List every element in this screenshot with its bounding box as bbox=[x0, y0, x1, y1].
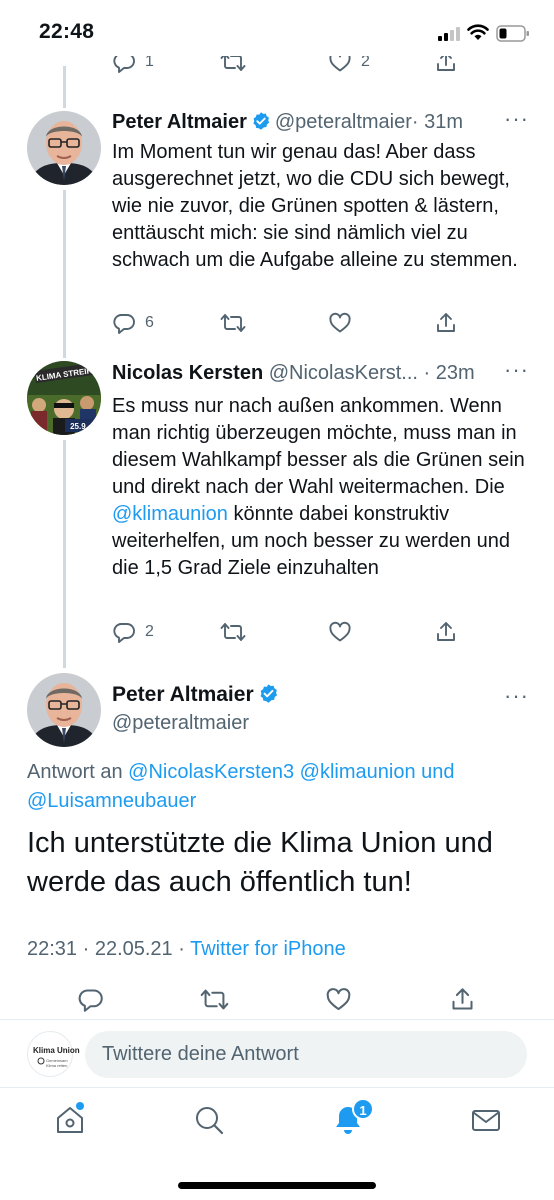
tweet-actions: 2 bbox=[112, 620, 532, 648]
main-author-name[interactable]: Peter Altmaier bbox=[112, 683, 283, 710]
share-button[interactable] bbox=[434, 56, 458, 74]
tweet-source-link[interactable]: Twitter for iPhone bbox=[190, 938, 346, 960]
battery-icon bbox=[496, 25, 530, 42]
wifi-icon bbox=[467, 23, 489, 41]
tweet-text: Im Moment tun wir genau das! Aber dass a… bbox=[112, 141, 518, 271]
share-button[interactable] bbox=[434, 620, 458, 644]
divider bbox=[0, 1019, 554, 1020]
tweet-text: Es muss nur nach außen ankommen. Wenn ma… bbox=[112, 395, 525, 579]
like-button[interactable] bbox=[325, 986, 352, 1013]
retweet-button[interactable] bbox=[220, 311, 246, 335]
tweet-header: Peter Altmaier @peteraltmaier· 31m bbox=[112, 111, 463, 137]
reply-button[interactable]: 1 bbox=[112, 56, 154, 74]
avatar-peter-altmaier[interactable] bbox=[27, 673, 101, 747]
avatar-nicolas-kersten[interactable]: KLIMA STREIK 25.9. bbox=[27, 361, 101, 435]
status-time: 22:48 bbox=[39, 20, 95, 43]
tweet-actions-partial: 1 2 bbox=[112, 56, 532, 80]
tweet-time: · 23m bbox=[423, 362, 475, 384]
more-options-icon[interactable]: ··· bbox=[504, 683, 529, 709]
tweet-header: Nicolas Kersten @NicolasKerst... · 23m bbox=[112, 362, 475, 385]
home-indicator bbox=[178, 1182, 376, 1189]
like-button[interactable] bbox=[328, 311, 352, 335]
reply-button[interactable]: 2 bbox=[112, 620, 154, 644]
mention-link[interactable]: @klimaunion bbox=[112, 503, 228, 525]
like-button[interactable]: 2 bbox=[328, 56, 370, 74]
retweet-button[interactable] bbox=[220, 620, 246, 644]
more-options-icon[interactable]: ··· bbox=[504, 357, 529, 383]
author-handle[interactable]: @peteraltmaier bbox=[275, 111, 412, 133]
tab-search[interactable] bbox=[193, 1104, 225, 1136]
divider bbox=[0, 1087, 554, 1088]
retweet-button[interactable] bbox=[200, 986, 229, 1013]
avatar-peter-altmaier[interactable] bbox=[27, 111, 101, 185]
retweet-button[interactable] bbox=[220, 56, 246, 74]
notifications-badge: 1 bbox=[352, 1098, 374, 1120]
tab-home[interactable] bbox=[54, 1102, 86, 1136]
verified-badge-icon bbox=[258, 683, 279, 710]
tweet-time: · 31m bbox=[411, 111, 464, 133]
more-options-icon[interactable]: ··· bbox=[504, 106, 529, 132]
author-handle[interactable]: @NicolasKerst... bbox=[269, 362, 418, 384]
verified-badge-icon bbox=[251, 111, 271, 137]
reply-button[interactable]: 6 bbox=[112, 311, 154, 335]
share-button[interactable] bbox=[449, 986, 476, 1013]
like-button[interactable] bbox=[328, 620, 352, 644]
home-new-dot bbox=[76, 1102, 84, 1110]
main-author-handle[interactable]: @peteraltmaier bbox=[112, 712, 249, 735]
tab-messages[interactable] bbox=[470, 1104, 502, 1136]
reply-button[interactable] bbox=[77, 986, 104, 1013]
signal-icon bbox=[438, 27, 462, 41]
reply-input[interactable] bbox=[85, 1031, 527, 1078]
author-name[interactable]: Nicolas Kersten bbox=[112, 362, 263, 384]
reply-to-line: Antwort an @NicolasKersten3 @klimaunion … bbox=[27, 761, 455, 812]
avatar-date-text: 25.9. bbox=[70, 422, 88, 431]
share-button[interactable] bbox=[434, 311, 458, 335]
reply-user-avatar: Klima Union Gemeinsam Klima retten bbox=[27, 1031, 80, 1077]
tweet-actions: 6 bbox=[112, 311, 532, 339]
main-tweet-actions bbox=[0, 986, 554, 1016]
tab-notifications[interactable]: 1 bbox=[332, 1098, 374, 1136]
thread-line bbox=[63, 66, 66, 108]
thread-line bbox=[63, 190, 66, 358]
main-tweet-text: Ich unterstützte die Klima Union und wer… bbox=[27, 827, 493, 898]
author-name[interactable]: Peter Altmaier bbox=[112, 111, 247, 133]
thread-line bbox=[63, 440, 66, 668]
tweet-meta: 22:31 · 22.05.21 · Twitter for iPhone bbox=[27, 938, 346, 960]
